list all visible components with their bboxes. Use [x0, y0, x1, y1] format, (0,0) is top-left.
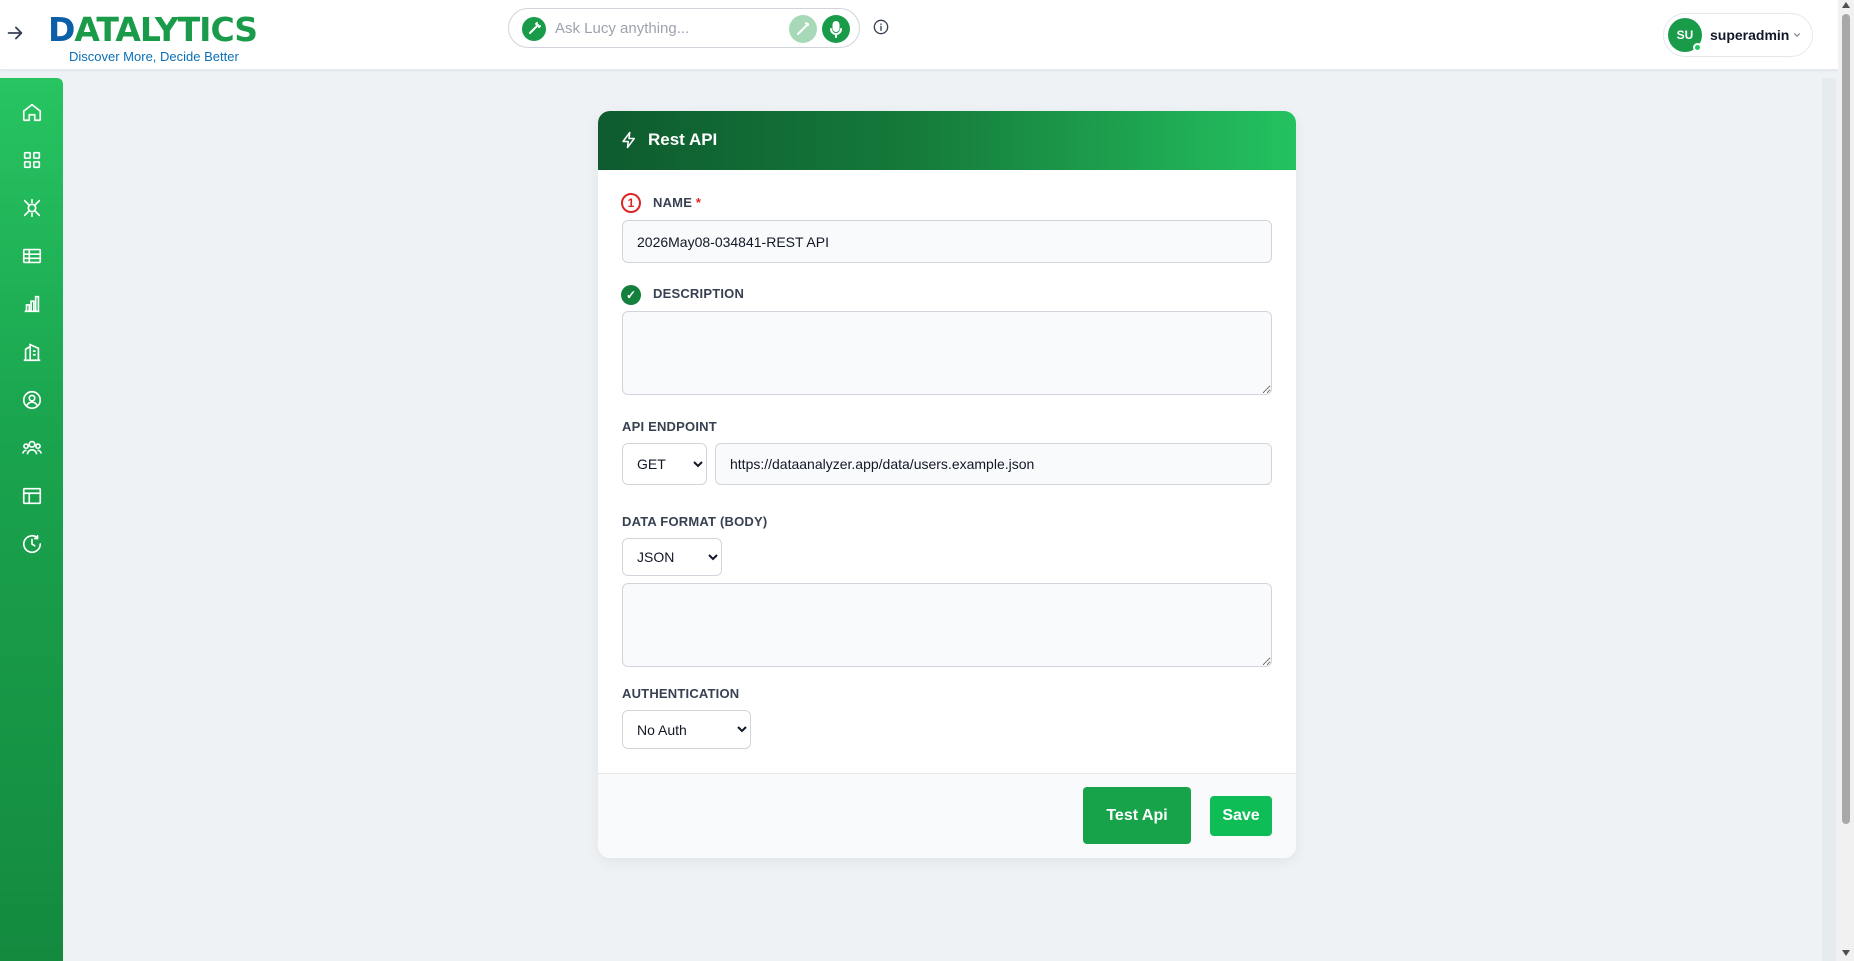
- ask-lucy-search[interactable]: [508, 8, 860, 48]
- lightning-bolt-icon: [622, 131, 635, 149]
- endpoint-url-input[interactable]: [715, 443, 1272, 485]
- building-icon[interactable]: [21, 341, 43, 363]
- history-icon[interactable]: [21, 533, 43, 555]
- required-asterisk: *: [695, 195, 702, 210]
- logo-text: DATALYTICS: [48, 12, 263, 48]
- logo-d-mark: D: [48, 10, 75, 49]
- layout-icon[interactable]: [21, 485, 43, 507]
- online-status-dot: [1693, 43, 1702, 52]
- description-ok-badge: ✓: [621, 285, 641, 305]
- home-icon[interactable]: [21, 101, 43, 123]
- table-icon[interactable]: [21, 245, 43, 267]
- magic-wand-button[interactable]: [789, 15, 817, 43]
- connector-icon[interactable]: [21, 197, 43, 219]
- request-body-textarea[interactable]: [622, 583, 1272, 667]
- chevron-down-icon: [1793, 33, 1801, 37]
- user-circle-icon[interactable]: [21, 389, 43, 411]
- name-label: NAME *: [653, 195, 701, 210]
- scroll-down-arrow-icon[interactable]: [1842, 950, 1850, 956]
- logo[interactable]: DATALYTICS Discover More, Decide Better: [48, 12, 263, 65]
- authentication-label: AUTHENTICATION: [622, 686, 740, 701]
- grid-icon[interactable]: [21, 149, 43, 171]
- description-label: DESCRIPTION: [653, 286, 745, 301]
- api-endpoint-label: API ENDPOINT: [622, 419, 717, 434]
- scrollbar-thumb[interactable]: [1842, 14, 1850, 824]
- card-footer: Test Api Save: [598, 773, 1296, 858]
- data-format-select[interactable]: JSON: [622, 538, 722, 576]
- description-textarea[interactable]: [622, 311, 1272, 395]
- ask-lucy-input[interactable]: [555, 15, 775, 41]
- name-input[interactable]: [622, 220, 1272, 263]
- right-rail: [1822, 78, 1836, 961]
- bar-chart-icon[interactable]: [21, 293, 43, 315]
- card-title: Rest API: [648, 130, 718, 149]
- users-icon[interactable]: [21, 437, 43, 459]
- http-method-select[interactable]: GET: [622, 443, 707, 485]
- name-error-badge: 1: [621, 193, 641, 213]
- user-name: superadmin: [1710, 27, 1790, 43]
- ai-wand-icon: [522, 17, 546, 41]
- save-button[interactable]: Save: [1210, 796, 1272, 836]
- test-api-button[interactable]: Test Api: [1083, 787, 1191, 844]
- scroll-up-arrow-icon[interactable]: [1842, 2, 1850, 8]
- user-menu[interactable]: SU superadmin: [1663, 13, 1813, 57]
- rest-api-form-card: Rest API 1 NAME * ✓ DESCRIPTION API ENDP…: [598, 111, 1296, 858]
- microphone-button[interactable]: [822, 15, 850, 43]
- logo-tagline: Discover More, Decide Better: [69, 49, 239, 64]
- authentication-select[interactable]: No Auth: [622, 710, 751, 749]
- top-header: DATALYTICS Discover More, Decide Better …: [0, 0, 1838, 70]
- data-format-label: DATA FORMAT (BODY): [622, 514, 768, 529]
- info-icon[interactable]: [873, 19, 889, 35]
- card-header: Rest API: [598, 111, 1296, 170]
- expand-sidebar-icon[interactable]: [4, 22, 26, 44]
- logo-rest: ATALYTICS: [74, 10, 258, 49]
- sidebar: [0, 78, 63, 961]
- name-label-text: NAME: [653, 195, 693, 210]
